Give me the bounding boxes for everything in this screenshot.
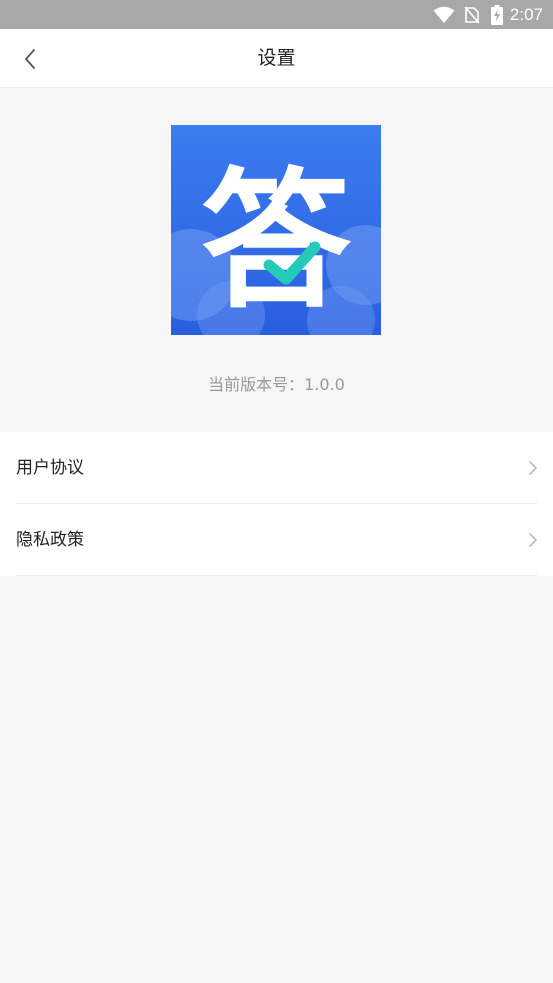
menu-item-user-agreement[interactable]: 用户协议 (0, 432, 553, 504)
status-clock: 2:07 (509, 5, 543, 24)
app-info-section: 答 当前版本号：1.0.0 (0, 88, 553, 432)
battery-charging-icon (490, 5, 503, 25)
settings-menu: 用户协议 隐私政策 (0, 432, 553, 576)
logo-character: 答 (201, 155, 352, 329)
no-sim-icon (464, 6, 480, 24)
status-bar: 2:07 (0, 0, 553, 29)
version-text: 当前版本号：1.0.0 (208, 375, 345, 394)
menu-item-label: 用户协议 (16, 458, 84, 478)
page-title: 设置 (257, 47, 296, 69)
nav-bar: 设置 (0, 29, 553, 88)
chevron-right-icon (529, 533, 537, 547)
status-icons: 2:07 (433, 4, 543, 26)
chevron-right-icon (529, 461, 537, 475)
app-logo: 答 (171, 125, 381, 335)
menu-item-label: 隐私政策 (16, 530, 84, 550)
wifi-icon (433, 6, 455, 23)
menu-item-privacy-policy[interactable]: 隐私政策 (0, 504, 553, 576)
divider (16, 575, 537, 576)
